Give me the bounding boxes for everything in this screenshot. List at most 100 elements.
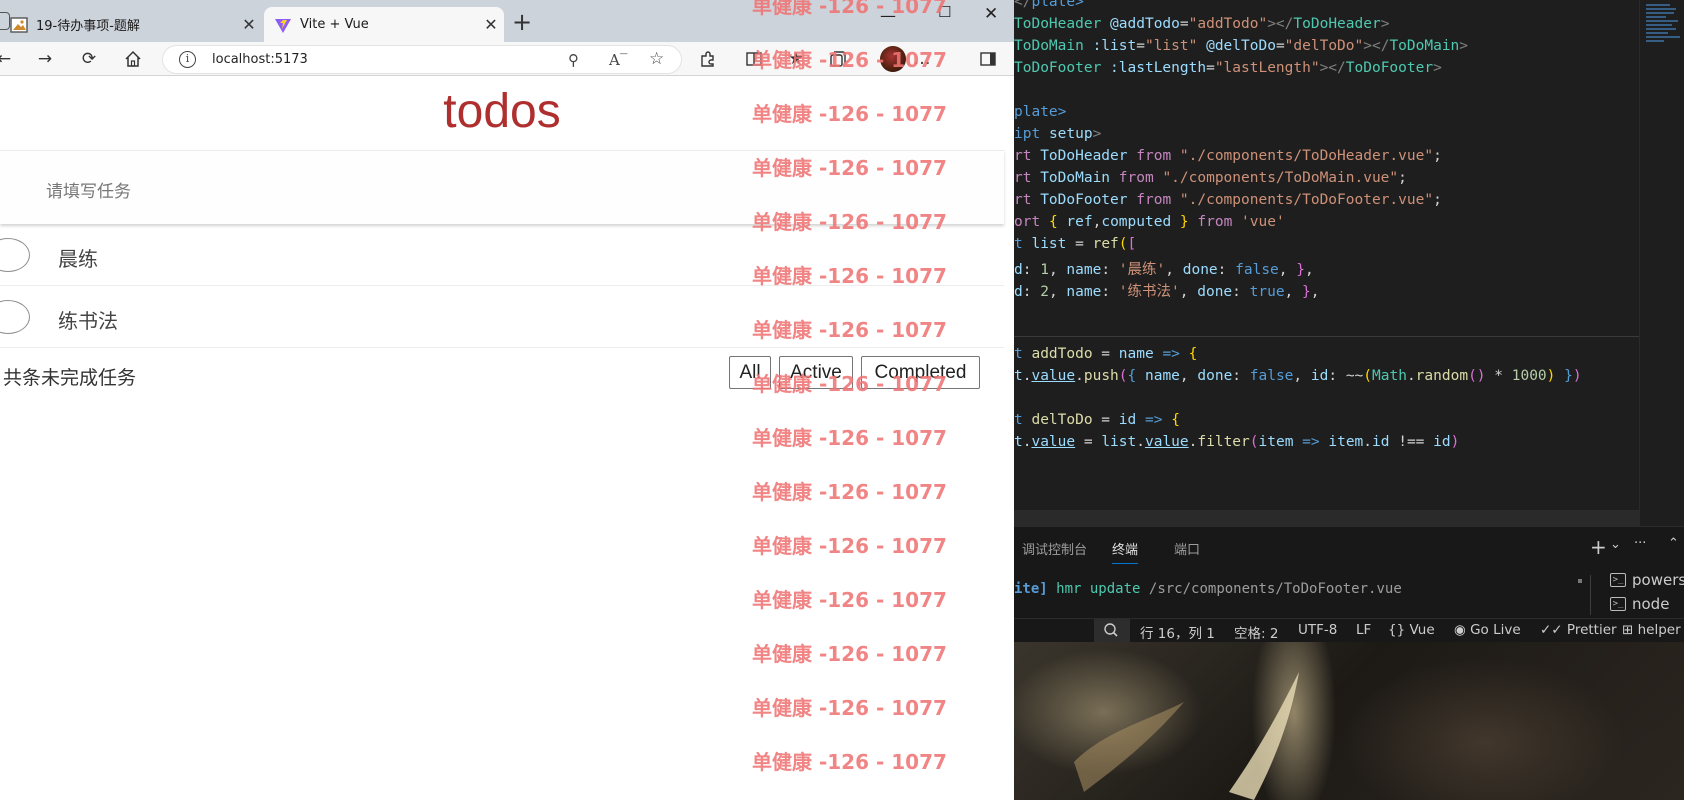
todo-checkbox[interactable] [0,300,30,334]
tab-terminal[interactable]: 终端 [1112,539,1139,564]
language-mode[interactable]: {} Vue [1388,622,1435,638]
code-token: ) [1546,368,1556,384]
cursor-position[interactable]: 行 16，列 1 [1140,622,1215,642]
back-icon[interactable]: ← [0,47,16,71]
horizontal-scrollbar[interactable] [1014,510,1639,526]
code-token: from [1118,170,1154,186]
code-token: list [1031,236,1067,252]
code-token: d [1014,284,1023,300]
code-token: name [1066,262,1102,278]
code-token: rt [1014,192,1032,208]
tab-todo-solution[interactable]: 19-待办事项-题解 ✕ [0,7,262,42]
code-token: { [1171,412,1180,428]
forward-icon[interactable]: → [33,47,57,71]
terminal-item-node[interactable]: >_ node [1610,595,1669,613]
todo-checkbox[interactable] [0,238,30,272]
more-actions-icon[interactable]: ··· [1634,536,1646,551]
indentation[interactable]: 空格: 2 [1234,622,1278,642]
watermark: 单健康 -126 - 1077 [752,156,947,180]
encoding[interactable]: UTF-8 [1298,622,1337,638]
code-token: value [1031,434,1076,450]
browser-window: 19-待办事项-题解 ✕ Vite + Vue ✕ + — ☐ ✕ ← → ⟳ … [0,0,1014,800]
code-token: '练书法' [1118,284,1180,300]
zoom-icon[interactable]: ⚲ [568,51,579,69]
code-line: t addTodo = name => { [1014,346,1198,362]
code-token: "./components/ToDoMain.vue" [1162,170,1399,186]
close-window-button[interactable]: ✕ [984,4,998,24]
code-line: ort { ref,computed } from 'vue' [1014,214,1285,230]
code-token: ( [1118,368,1128,384]
maximize-panel-icon[interactable]: ⌃ [1668,536,1679,551]
code-editor[interactable]: </plate> ToDoHeader @addTodo="addTodo"><… [1014,0,1639,526]
terminal-name: powersh [1632,571,1684,589]
vite-favicon-icon [275,18,291,33]
new-tab-button[interactable]: + [512,9,532,35]
code-token: ToDoMain [1014,38,1084,54]
tab-debug-console[interactable]: 调试控制台 [1022,539,1087,558]
code-token: } [1296,262,1305,278]
minimap-line [1646,40,1664,42]
code-token: { [1127,368,1137,384]
code-token: ></ [1267,16,1294,32]
sidebar-icon[interactable] [976,47,1000,71]
home-icon[interactable] [121,47,145,71]
minimap-line [1646,32,1668,34]
watermark: 单健康 -126 - 1077 [752,318,947,342]
minimap-line [1646,20,1678,22]
read-aloud-icon[interactable]: A‾ [609,51,627,69]
code-token: ref [1092,236,1119,252]
info-icon[interactable]: i [179,51,196,68]
code-token: ref [1066,214,1093,230]
code-token: false [1235,262,1279,278]
line-ending[interactable]: LF [1356,622,1371,638]
code-token: id [1118,412,1137,428]
code-token: => [1144,412,1163,428]
code-line: ToDoMain :list="list" @delToDo="delToDo"… [1014,38,1469,54]
tab-ports[interactable]: 端口 [1174,539,1200,558]
minimap[interactable] [1639,0,1684,526]
status-bar: 行 16，列 1 空格: 2 UTF-8 LF {} Vue ◉ Go Live… [1014,618,1684,642]
go-live-button[interactable]: ◉ Go Live [1454,622,1521,638]
reload-icon[interactable]: ⟳ [77,47,101,71]
new-terminal-button[interactable]: + [1590,535,1607,559]
code-token: "delToDo" [1284,38,1364,54]
code-token: => [1162,346,1180,362]
code-token: :list [1092,38,1137,54]
code-line: t list = ref([ [1014,236,1137,252]
prettier-status[interactable]: ✓✓ Prettier [1540,622,1617,638]
code-token: computed [1101,214,1172,230]
code-token: ToDoHeader [1040,148,1128,164]
code-token: item [1328,434,1364,450]
code-token: Math [1372,368,1407,384]
code-token: ToDoFooter [1014,60,1102,76]
url-text: localhost:5173 [212,52,308,67]
tab-vite-vue[interactable]: Vite + Vue ✕ [264,7,504,42]
code-token: id [1433,434,1451,450]
address-bar[interactable]: i localhost:5173 ⚲ A‾ ☆ [162,45,682,74]
terminal-dropdown-icon[interactable]: ⌄ [1610,537,1621,552]
minimap-line [1646,4,1670,6]
code-token: rt [1014,148,1032,164]
editor-divider [1014,336,1639,337]
terminal-item-powershell[interactable]: >_ powersh [1610,571,1684,589]
extensions-icon[interactable] [696,47,720,71]
terminal-panel: 调试控制台 终端 端口 + ⌄ ··· ⌃ ite] hmr update /s… [1014,526,1684,618]
code-token: > [1459,38,1469,54]
helper-status[interactable]: ⊞ helper [1622,622,1681,638]
terminal-list-divider [1590,575,1591,615]
code-token: { [1188,346,1198,362]
code-line: rt ToDoFooter from "./components/ToDoFoo… [1014,192,1442,208]
favorite-icon[interactable]: ☆ [649,49,664,69]
code-token: random [1415,368,1469,384]
code-token: @addTodo [1110,16,1180,32]
code-line: ipt setup> [1014,126,1101,148]
close-tab-icon[interactable]: ✕ [478,15,504,34]
zoom-status-icon[interactable] [1094,619,1130,642]
code-token: done [1197,284,1233,300]
code-token: from [1136,192,1172,208]
close-tab-icon[interactable]: ✕ [236,15,262,34]
code-token: "lastLength" [1214,60,1320,76]
watermark: 单健康 -126 - 1077 [752,588,947,612]
terminal-prefix: ite] [1014,581,1048,597]
code-line: t.value.push({ name, done: false, id: ~~… [1014,368,1582,384]
